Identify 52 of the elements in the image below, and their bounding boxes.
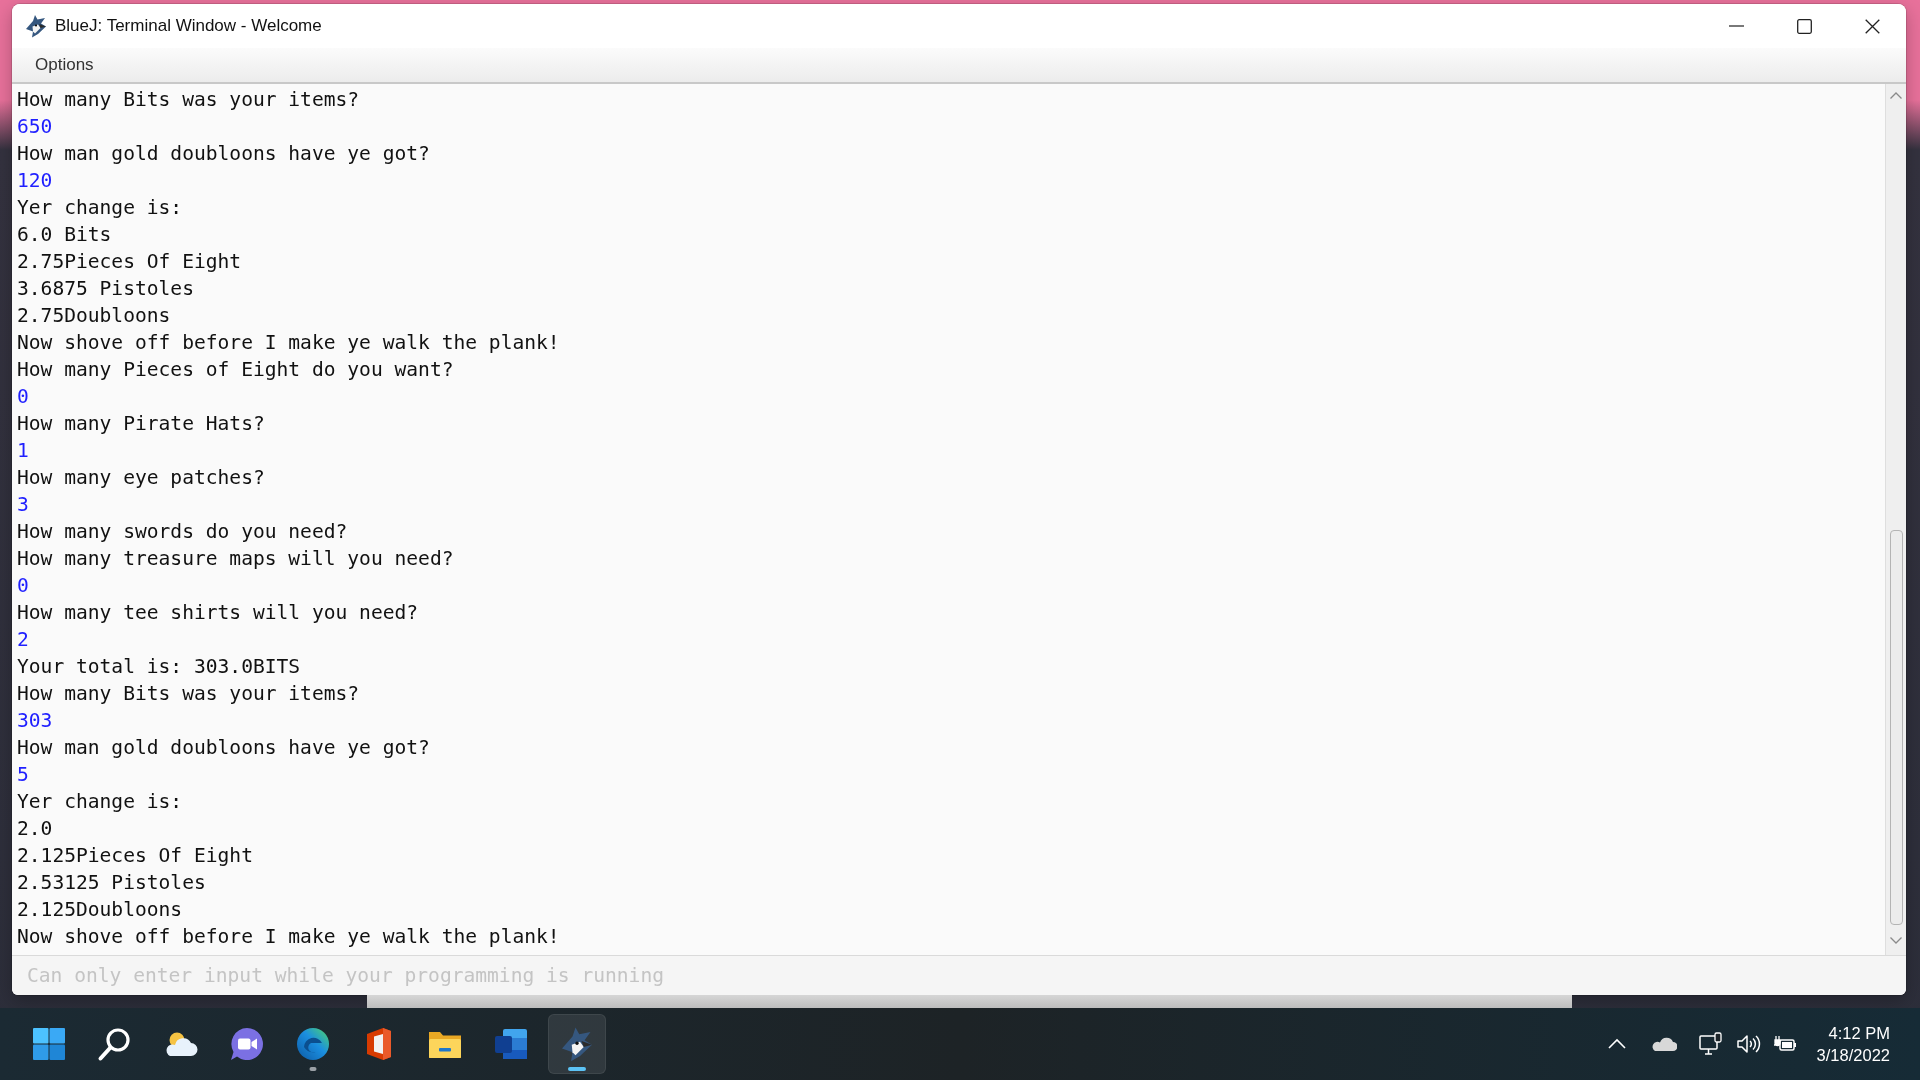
user-input-line: 0 (17, 384, 29, 410)
clock[interactable]: 4:12 PM 3/18/2022 (1814, 1022, 1892, 1066)
bird-icon (24, 14, 48, 38)
scrollbar-thumb[interactable] (1889, 530, 1903, 925)
windows-logo-icon (31, 1026, 67, 1062)
user-input-line: 3 (17, 492, 29, 518)
time-text: 4:12 PM (1828, 1023, 1890, 1044)
output-line: 2.125Pieces Of Eight (17, 843, 253, 869)
output-line: 3.6875 Pistoles (17, 276, 194, 302)
output-line: How many Bits was your items? (17, 681, 360, 707)
chevron-down-icon (1890, 936, 1902, 944)
minimize-icon (1728, 25, 1744, 27)
output-line: How many Bits was your items? (17, 87, 360, 113)
output-line: 2.53125 Pistoles (17, 870, 206, 896)
output-line: Yer change is: (17, 195, 183, 221)
output-line: 2.0 (17, 816, 53, 842)
output-line: Your total is: 303.0BITS (17, 654, 301, 680)
output-line: How many Pieces of Eight do you want? (17, 357, 454, 383)
user-input-line: 1 (17, 438, 29, 464)
output-line: How many tee shirts will you need? (17, 600, 419, 626)
output-line: 2.75Doubloons (17, 303, 171, 329)
video-chat-icon (229, 1026, 265, 1062)
output-line: How many Pirate Hats? (17, 411, 265, 437)
output-line: How many swords do you need? (17, 519, 348, 545)
date-text: 3/18/2022 (1816, 1045, 1890, 1066)
search-icon (97, 1026, 133, 1062)
output-line: Now shove off before I make ye walk the plank! (17, 330, 560, 356)
chevron-up-icon (1890, 91, 1902, 99)
output-line: 2.125Doubloons (17, 897, 183, 923)
output-line: Yer change is: (17, 789, 183, 815)
user-input-line: 650 (17, 114, 53, 140)
bird-icon (559, 1026, 595, 1062)
user-input-line: 5 (17, 762, 29, 788)
monitor-plug-icon (1697, 1031, 1724, 1057)
bird-app-button[interactable] (548, 1014, 606, 1074)
close-icon (1864, 18, 1880, 34)
user-input-line: 120 (17, 168, 53, 194)
output-line: How man gold doubloons have ye got? (17, 735, 430, 761)
output-line: How many eye patches? (17, 465, 265, 491)
document-icon (493, 1026, 529, 1062)
output-line: How man gold doubloons have ye got? (17, 141, 430, 167)
browser-swirl-icon (295, 1026, 331, 1062)
output-line: 6.0 Bits (17, 222, 112, 248)
user-input-line: 2 (17, 627, 29, 653)
output-line: 2.75Pieces Of Eight (17, 249, 242, 275)
output-line: How many treasure maps will you need? (17, 546, 454, 572)
user-input-line: 0 (17, 573, 29, 599)
menu-item[interactable]: Options (23, 50, 106, 80)
window-title: BlueJ: Terminal Window - Welcome (55, 16, 322, 36)
maximize-icon (1796, 18, 1812, 34)
user-input-line: 303 (17, 708, 53, 734)
output-line: Now shove off before I make ye walk the plank! (17, 924, 560, 950)
